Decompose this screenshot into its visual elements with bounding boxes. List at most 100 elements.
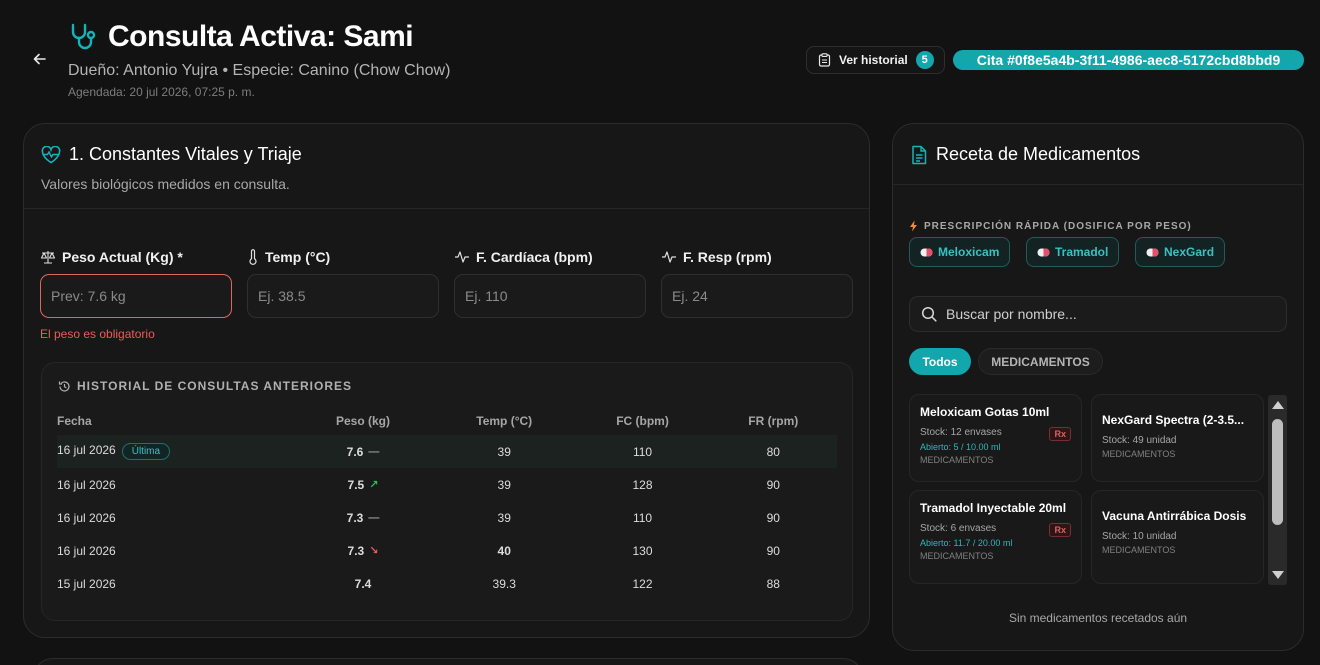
- row-temp: 40: [497, 543, 511, 558]
- row-temp: 39: [433, 435, 576, 468]
- back-arrow-icon[interactable]: [31, 50, 49, 68]
- lightning-icon: [909, 220, 918, 232]
- resp-rate-input[interactable]: [661, 274, 853, 318]
- heart-pulse-icon: [41, 145, 61, 164]
- vitals-header: 1. Constantes Vitales y Triaje: [41, 144, 302, 165]
- med-opened: Abierto: 5 / 10.00 ml: [920, 442, 1001, 452]
- pulse-icon: [454, 250, 470, 264]
- table-row: 15 jul 2026 7.4 39.3 122 88: [57, 567, 837, 600]
- vitals-title: 1. Constantes Vitales y Triaje: [69, 144, 302, 164]
- trend-flat-icon: —: [368, 511, 380, 524]
- trend-down-icon: ↘: [369, 545, 379, 557]
- divider: [893, 184, 1303, 185]
- row-rr: 88: [766, 576, 780, 591]
- appointment-id-badge: Cita #0f8e5a4b-3f11-4986-aec8-5172cbd8bb…: [953, 50, 1304, 70]
- quick-chip-meloxicam[interactable]: Meloxicam: [909, 237, 1011, 267]
- medication-scrollbar[interactable]: [1268, 395, 1287, 585]
- heart-rate-field: F. Cardíaca (bpm): [454, 248, 646, 318]
- med-name: NexGard Spectra (2-3.5...: [1102, 413, 1245, 427]
- row-hr: 128: [632, 477, 653, 492]
- divider: [24, 208, 869, 209]
- pill-icon: [1037, 248, 1050, 257]
- view-history-label: Ver historial: [839, 53, 908, 67]
- page-title: Consulta Activa: Sami: [108, 20, 414, 53]
- rx-badge: Rx: [1049, 427, 1071, 441]
- temperature-input[interactable]: [247, 274, 439, 318]
- history-title-text: HISTORIAL DE CONSULTAS ANTERIORES: [77, 379, 353, 393]
- search-input[interactable]: [946, 306, 1266, 322]
- consultation-history: HISTORIAL DE CONSULTAS ANTERIORES Fecha …: [41, 362, 853, 621]
- trend-up-icon: ↗: [369, 479, 379, 491]
- clipboard-icon: [818, 53, 831, 67]
- med-stock: Stock: 12 envases: [920, 427, 1002, 438]
- med-stock: Stock: 6 envases: [920, 523, 997, 534]
- med-stock: Stock: 10 unidad: [1102, 531, 1177, 542]
- prescription-card: Receta de Medicamentos PRESCRIPCIÓN RÁPI…: [892, 123, 1304, 651]
- view-history-button[interactable]: Ver historial 5: [806, 46, 945, 74]
- row-temp: 39: [497, 510, 511, 525]
- table-row: 16 jul 2026 7.5 ↗ 39 128 90: [57, 468, 837, 501]
- row-date: 16 jul 2026: [57, 510, 116, 525]
- resp-rate-field: F. Resp (rpm): [661, 248, 853, 318]
- row-hr: 130: [632, 543, 653, 558]
- med-category: MEDICAMENTOS: [920, 551, 994, 561]
- med-name: Meloxicam Gotas 10ml: [920, 405, 1050, 419]
- row-hr: 110: [575, 435, 710, 468]
- quick-prescription-label: PRESCRIPCIÓN RÁPIDA (DOSIFICA POR PESO): [924, 220, 1192, 232]
- col-weight: Peso (kg): [335, 414, 390, 428]
- history-title: HISTORIAL DE CONSULTAS ANTERIORES: [58, 379, 352, 393]
- thermometer-icon: [247, 249, 259, 265]
- row-date: 16 jul 2026: [57, 477, 116, 492]
- document-icon: [910, 145, 928, 165]
- row-weight: 7.3—: [346, 510, 380, 525]
- scroll-thumb[interactable]: [1272, 419, 1283, 525]
- medication-card[interactable]: Meloxicam Gotas 10ml Stock: 12 envases A…: [909, 394, 1082, 482]
- table-row: 16 jul 2026 7.3 ↘ 40 130 90: [57, 534, 837, 567]
- tab-medicamentos[interactable]: MEDICAMENTOS: [978, 348, 1103, 375]
- prescription-header: Receta de Medicamentos: [910, 144, 1140, 165]
- row-weight: 7.5 ↗: [347, 477, 379, 492]
- med-name: Vacuna Antirrábica Dosis: [1102, 509, 1247, 523]
- table-row: 16 jul 2026 7.3— 39 110 90: [57, 501, 837, 534]
- row-weight: 7.6—: [293, 435, 433, 468]
- search-icon: [921, 306, 937, 322]
- col-rr: FR (rpm): [748, 414, 799, 428]
- med-name: Tramadol Inyectable 20ml: [920, 501, 1067, 515]
- row-date: 16 jul 2026 Última: [57, 435, 293, 468]
- med-stock: Stock: 49 unidad: [1102, 435, 1177, 446]
- heart-rate-input[interactable]: [454, 274, 646, 318]
- scroll-up-icon[interactable]: [1272, 401, 1284, 409]
- row-weight: 7.3 ↘: [347, 543, 379, 558]
- chip-label: NexGard: [1164, 245, 1215, 259]
- quick-chip-nexgard[interactable]: NexGard: [1135, 237, 1226, 267]
- title-row: Consulta Activa: Sami: [68, 20, 414, 54]
- rx-badge: Rx: [1049, 523, 1071, 537]
- col-hr: FC (bpm): [616, 414, 669, 428]
- row-date: 16 jul 2026: [57, 543, 116, 558]
- row-weight: 7.4: [354, 576, 372, 591]
- vitals-description: Valores biológicos medidos en consulta.: [41, 176, 290, 192]
- col-date: Fecha: [57, 414, 92, 428]
- quick-prescription-title: PRESCRIPCIÓN RÁPIDA (DOSIFICA POR PESO): [909, 220, 1192, 232]
- row-hr: 110: [632, 510, 653, 525]
- next-section-card: [33, 658, 863, 665]
- temperature-field: Temp (°C): [247, 248, 439, 318]
- medication-card[interactable]: NexGard Spectra (2-3.5... Stock: 49 unid…: [1091, 394, 1264, 482]
- scheduled-date: Agendada: 20 jul 2026, 07:25 p. m.: [68, 85, 255, 99]
- row-rr: 90: [766, 543, 780, 558]
- pulse-icon: [661, 250, 677, 264]
- weight-input[interactable]: [40, 274, 232, 318]
- history-count-badge: 5: [915, 51, 934, 69]
- medication-card[interactable]: Tramadol Inyectable 20ml Stock: 6 envase…: [909, 490, 1082, 584]
- vitals-card: 1. Constantes Vitales y Triaje Valores b…: [23, 123, 870, 638]
- history-clock-icon: [58, 380, 71, 393]
- tab-todos[interactable]: Todos: [909, 348, 971, 375]
- empty-prescription-message: Sin medicamentos recetados aún: [1008, 611, 1188, 625]
- quick-chip-tramadol[interactable]: Tramadol: [1026, 237, 1120, 267]
- scroll-down-icon[interactable]: [1272, 571, 1284, 579]
- medication-card[interactable]: Vacuna Antirrábica Dosis Stock: 10 unida…: [1091, 490, 1264, 584]
- row-rr: 80: [709, 435, 837, 468]
- latest-badge: Última: [121, 443, 171, 460]
- history-header-row: Fecha Peso (kg) Temp (°C) FC (bpm) FR (r…: [57, 407, 837, 435]
- row-temp: 39.3: [492, 576, 516, 591]
